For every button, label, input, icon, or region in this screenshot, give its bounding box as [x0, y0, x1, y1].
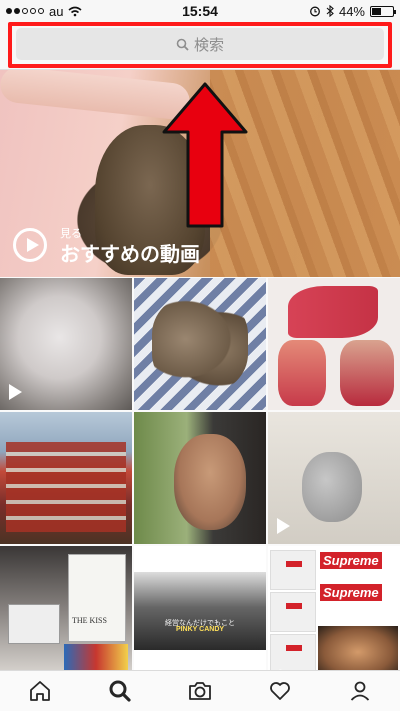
- heart-icon: [270, 682, 290, 700]
- cat-image: [302, 452, 362, 522]
- tshirt-image: [270, 592, 316, 632]
- tab-profile[interactable]: [340, 673, 380, 709]
- tab-search[interactable]: [100, 673, 140, 709]
- grid-tile-kittens[interactable]: [134, 278, 266, 410]
- tab-camera[interactable]: [180, 673, 220, 709]
- supreme-logo: Supreme: [320, 552, 382, 569]
- search-header: 検索: [0, 22, 400, 70]
- alarm-icon: [310, 6, 320, 17]
- camera-icon: [189, 682, 211, 700]
- up-arrow-icon: [162, 82, 248, 228]
- snack-boxes-image: [6, 442, 126, 532]
- bluetooth-icon: [326, 5, 334, 17]
- video-play-icon: [9, 384, 22, 400]
- status-bar: au 15:54 44%: [0, 0, 400, 22]
- grid-tile-portrait[interactable]: [134, 412, 266, 544]
- grid-tile-video-screenshot[interactable]: 経営なんだけでもこと PINKY CANDY: [134, 546, 266, 678]
- profile-icon: [350, 681, 370, 701]
- tshirt-image: [270, 550, 316, 590]
- grid-tile-snacks[interactable]: [0, 412, 132, 544]
- video-play-icon: [277, 518, 290, 534]
- model-image: [278, 340, 326, 406]
- search-icon: [109, 680, 131, 702]
- shopping-bag-image: [68, 554, 126, 642]
- kittens-image: [152, 296, 248, 392]
- supreme-logo: Supreme: [320, 584, 382, 601]
- video-screenshot-image: [134, 572, 266, 650]
- model-image: [340, 340, 394, 406]
- grid-tile-cat-video[interactable]: [0, 278, 132, 410]
- grid-tile-cat-walking[interactable]: [268, 412, 400, 544]
- grid-tile-gift[interactable]: THE KISS: [0, 546, 132, 678]
- portrait-image: [174, 434, 246, 530]
- battery-percent: 44%: [338, 3, 365, 19]
- ring-box-image: [8, 604, 60, 644]
- tab-activity[interactable]: [260, 673, 300, 709]
- video-caption-line2: PINKY CANDY: [175, 626, 225, 633]
- highlight-box: [8, 22, 392, 68]
- tab-bar: [0, 670, 400, 711]
- home-icon: [30, 681, 50, 701]
- explore-grid: THE KISS 経営なんだけでもこと PINKY CANDY Supreme …: [0, 278, 400, 678]
- battery-icon: [370, 5, 396, 17]
- tshirt-image: [270, 634, 316, 674]
- bag-text: THE KISS: [72, 616, 107, 625]
- grid-tile-models[interactable]: [268, 278, 400, 410]
- model-image: [288, 286, 378, 338]
- play-circle-icon: [13, 228, 47, 262]
- tab-home[interactable]: [20, 673, 60, 709]
- featured-title: おすすめの動画: [60, 244, 200, 266]
- grid-tile-supreme[interactable]: Supreme Supreme Supreme: [268, 546, 400, 678]
- status-right: 44%: [309, 3, 396, 19]
- battery-fill: [372, 7, 381, 15]
